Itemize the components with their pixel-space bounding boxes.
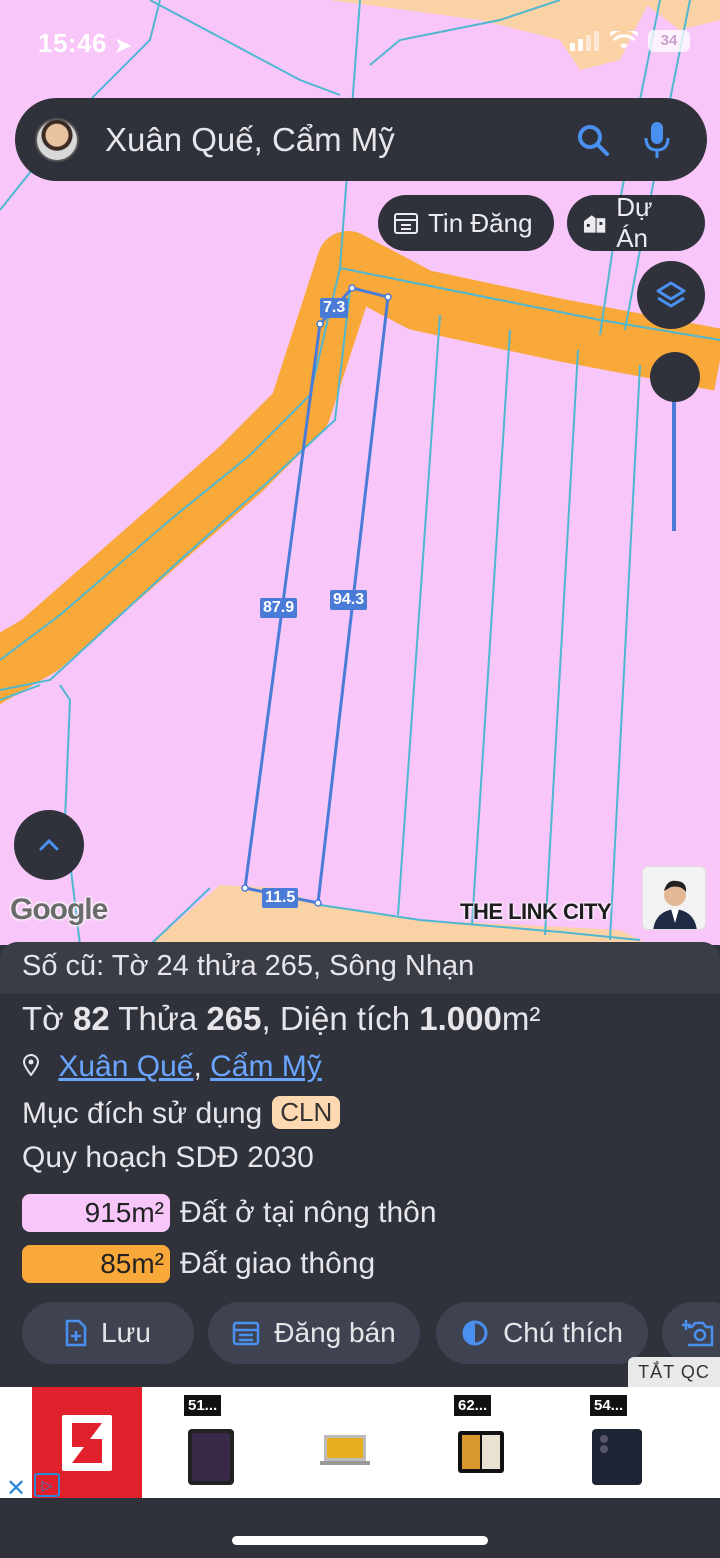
brand-watermark: THE LINK CITY	[460, 899, 612, 924]
old-reference: Số cũ: Tờ 24 thửa 265, Sông Nhạn	[22, 950, 475, 982]
search-icon[interactable]	[573, 120, 613, 160]
foldable-image	[458, 1431, 504, 1473]
zone-area-badge: 915m²	[22, 1194, 170, 1232]
du-an-chip[interactable]: Dự Án	[567, 192, 705, 253]
ad-banner[interactable]: 51... 62... 54...	[0, 1387, 720, 1498]
chevron-up-icon	[39, 838, 59, 851]
legend-button[interactable]: Chú thích	[436, 1302, 648, 1364]
ad-product-laptop[interactable]	[318, 1395, 398, 1491]
map-view[interactable]: 7.3 87.9 94.3 11.5 Google THE LINK CITY …	[0, 0, 720, 945]
zone-row-traffic: 85m² Đất giao thông	[22, 1245, 375, 1283]
microphone-icon[interactable]	[637, 120, 677, 160]
phone-image	[592, 1429, 642, 1485]
ad-product-foldable[interactable]: 62...	[454, 1395, 534, 1491]
measure-label-right: 94.3	[330, 590, 368, 610]
zone-row-residential: 915m² Đất ở tại nông thôn	[22, 1194, 437, 1232]
user-avatar[interactable]	[35, 117, 79, 162]
land-purpose-badge: CLN	[272, 1096, 341, 1129]
battery-indicator: 34	[648, 30, 690, 52]
land-purpose-row: Mục đích sử dụng CLN	[22, 1096, 341, 1131]
measure-label-bottom: 11.5	[262, 888, 299, 908]
du-an-label: Dự Án	[616, 192, 653, 253]
opacity-slider-track[interactable]	[672, 396, 676, 531]
ad-product-phone-2[interactable]: 54...	[590, 1395, 670, 1491]
add-document-icon	[65, 1319, 87, 1347]
planning-title: Quy hoạch SDĐ 2030	[22, 1141, 314, 1174]
expand-panel-button[interactable]	[14, 810, 84, 880]
calendar-icon	[394, 213, 418, 234]
opacity-slider-knob[interactable]	[650, 352, 700, 402]
search-bar[interactable]: Xuân Quế, Cẩm Mỹ	[15, 98, 707, 181]
bottom-bar	[0, 1498, 720, 1558]
location-row: Xuân Quế, Cẩm Mỹ	[22, 1050, 322, 1084]
status-time: 15:46 ➤	[38, 28, 132, 58]
zone-area-badge: 85m²	[22, 1245, 170, 1283]
location-arrow-icon: ➤	[114, 35, 132, 57]
location-pin-icon	[22, 1050, 48, 1083]
save-button[interactable]: Lưu	[22, 1302, 194, 1364]
add-photo-button[interactable]	[662, 1302, 720, 1364]
map-road	[0, 231, 720, 705]
zone-label: Đất ở tại nông thôn	[180, 1196, 437, 1229]
laptop-image	[320, 1435, 370, 1465]
district-link[interactable]: Cẩm Mỹ	[210, 1050, 322, 1083]
measure-label-top: 7.3	[320, 298, 349, 318]
signal-icon	[570, 31, 599, 51]
ad-product-phone[interactable]: 51...	[184, 1395, 264, 1491]
home-indicator[interactable]	[232, 1536, 488, 1545]
google-logo: Google	[10, 893, 108, 926]
post-listing-button[interactable]: Đăng bán	[208, 1302, 420, 1364]
commune-link[interactable]: Xuân Quế	[58, 1050, 193, 1083]
parcel-summary: Tờ 82 Thửa 265, Diện tích 1.000m²	[22, 1000, 541, 1037]
search-input[interactable]: Xuân Quế, Cẩm Mỹ	[105, 121, 573, 159]
zone-label: Đất giao thông	[180, 1247, 376, 1280]
screen: 7.3 87.9 94.3 11.5 Google THE LINK CITY …	[0, 0, 720, 1558]
calendar-icon	[233, 1321, 260, 1346]
wifi-icon	[610, 31, 638, 49]
layers-button[interactable]	[637, 261, 705, 329]
hide-ads-button[interactable]: TẮT QC	[628, 1357, 720, 1387]
add-photo-icon	[682, 1320, 714, 1347]
measure-label-left: 87.9	[260, 598, 298, 618]
status-indicators: 34	[570, 30, 690, 52]
ad-info-icon[interactable]: ▷	[34, 1473, 60, 1497]
buildings-icon	[583, 215, 606, 233]
tin-dang-label: Tin Đăng	[428, 207, 533, 238]
layers-icon	[656, 281, 686, 308]
contrast-icon	[462, 1320, 488, 1346]
phone-image	[188, 1429, 234, 1485]
tin-dang-chip[interactable]: Tin Đăng	[378, 195, 554, 251]
brand-avatar	[642, 866, 706, 930]
